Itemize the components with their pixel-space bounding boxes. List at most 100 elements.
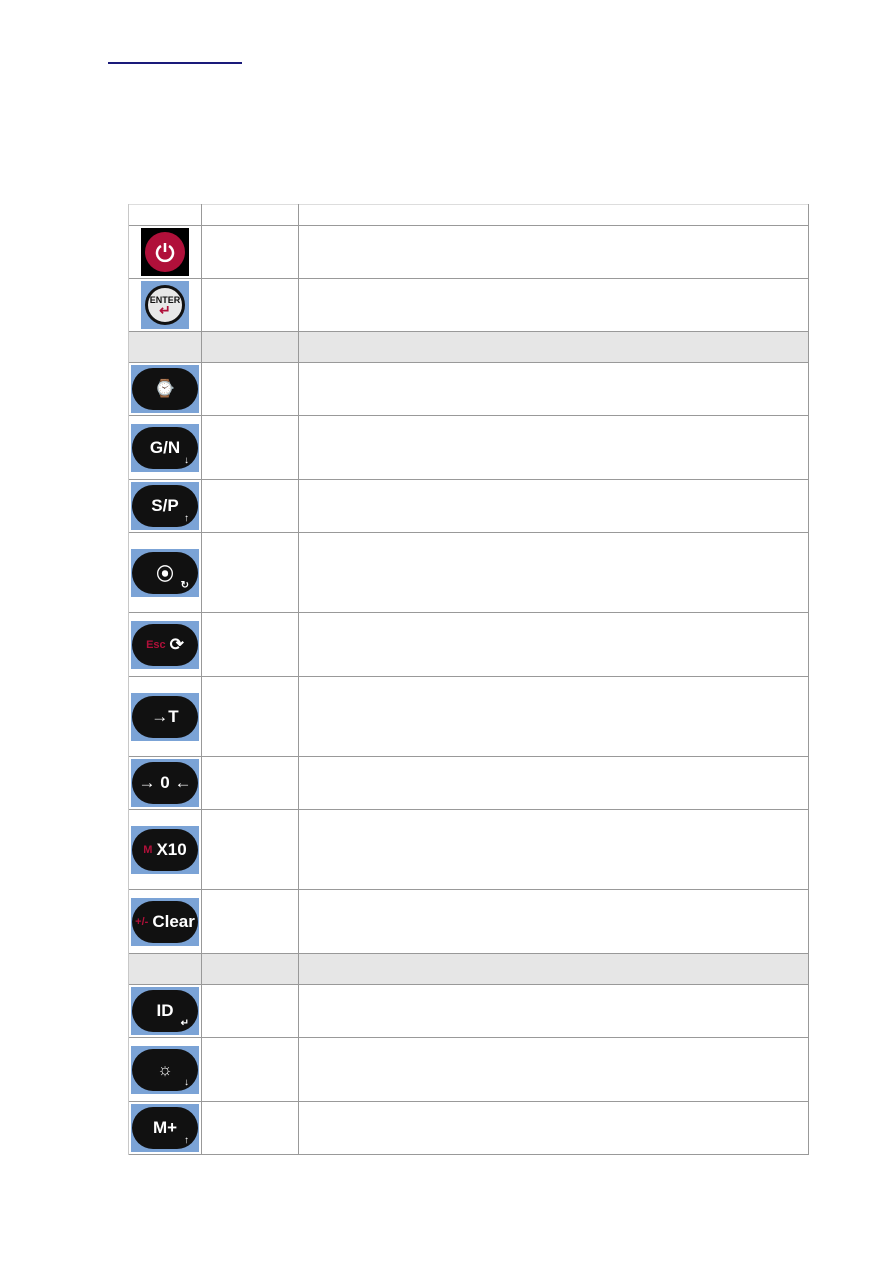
enter-icon: ENTER ↵ <box>141 281 189 329</box>
desc-cell <box>201 479 299 533</box>
key-label: M+ <box>152 1118 178 1137</box>
desc-cell <box>298 1101 809 1155</box>
key-sub-label: ↓ <box>184 1076 189 1088</box>
key-cell: S/P ↑ <box>128 479 202 533</box>
key-cell: M X10 <box>128 809 202 890</box>
key-cell: → 0 ← <box>128 756 202 810</box>
key-cell: G/N ↓ <box>128 415 202 480</box>
id-key-icon: ID ↵ <box>131 987 199 1035</box>
table-row: M+ ↑ <box>128 1101 809 1155</box>
key-function-table: ENTER ↵ ⌚ G/N ↓ S/P ↑ ⦿ ↻ Esc ⟳ →T → 0 ← M X10 +/- Clear… <box>128 204 809 1155</box>
clock-return-icon: ⌚ <box>131 365 199 413</box>
key-secondary-label: M <box>143 843 153 856</box>
key-label: G/N <box>149 437 181 457</box>
key-label: X10 <box>156 839 187 859</box>
key-cell: ☼ ↓ <box>128 1037 202 1102</box>
desc-cell <box>298 479 809 533</box>
key-label: ☼ <box>157 1059 173 1079</box>
table-row: M X10 <box>128 809 809 890</box>
desc-cell <box>298 756 809 810</box>
key-cell <box>128 225 202 279</box>
desc-cell <box>201 676 299 757</box>
desc-cell <box>201 532 299 613</box>
header-cell <box>128 204 202 226</box>
key-label: ID <box>156 1001 174 1020</box>
desc-cell <box>201 612 299 677</box>
desc-cell <box>298 676 809 757</box>
table-row: →T <box>128 676 809 757</box>
key-secondary-label: Esc <box>146 638 166 651</box>
desc-cell <box>298 278 809 332</box>
key-cell: ENTER ↵ <box>128 278 202 332</box>
desc-cell <box>298 415 809 480</box>
section-cell <box>128 331 202 363</box>
key-cell: Esc ⟳ <box>128 612 202 677</box>
header-cell <box>201 204 299 226</box>
key-label: ⟳ <box>169 634 184 654</box>
clear-key-icon: +/- Clear <box>131 897 199 946</box>
section-cell <box>298 331 809 363</box>
key-label: ⦿ <box>156 565 174 584</box>
sp-key-icon: S/P ↑ <box>131 482 199 530</box>
key-label: → 0 ← <box>138 773 192 792</box>
key-sub-label: ↓ <box>184 454 189 466</box>
top-link[interactable] <box>108 62 242 64</box>
gross-net-key-icon: G/N ↓ <box>131 423 199 472</box>
key-cell: M+ ↑ <box>128 1101 202 1155</box>
key-sub-label: ↻ <box>180 579 189 591</box>
print-roll-icon: ⦿ ↻ <box>131 548 199 597</box>
table-row: ☼ ↓ <box>128 1037 809 1102</box>
table-row: S/P ↑ <box>128 479 809 533</box>
section-cell <box>201 331 299 363</box>
table-header-row <box>128 204 809 226</box>
key-sub-label: ↑ <box>184 1135 189 1146</box>
section-row <box>128 331 809 363</box>
desc-cell <box>298 1037 809 1102</box>
desc-cell <box>201 362 299 416</box>
desc-cell <box>298 225 809 279</box>
section-cell <box>128 953 202 985</box>
desc-cell <box>201 984 299 1038</box>
key-secondary-label: +/- <box>135 915 149 928</box>
desc-cell <box>298 984 809 1038</box>
desc-cell <box>201 889 299 954</box>
table-row: G/N ↓ <box>128 415 809 480</box>
x10-key-icon: M X10 <box>131 825 199 874</box>
esc-cycle-icon: Esc ⟳ <box>131 620 199 669</box>
desc-cell <box>298 362 809 416</box>
key-cell: →T <box>128 676 202 757</box>
desc-cell <box>201 225 299 279</box>
section-cell <box>298 953 809 985</box>
table-row: ID ↵ <box>128 984 809 1038</box>
desc-cell <box>201 1101 299 1155</box>
desc-cell <box>298 809 809 890</box>
key-sub-label: ↵ <box>180 1018 189 1029</box>
desc-cell <box>298 612 809 677</box>
desc-cell <box>201 278 299 332</box>
key-cell: +/- Clear <box>128 889 202 954</box>
table-row: +/- Clear <box>128 889 809 954</box>
table-row: ⌚ <box>128 362 809 416</box>
power-icon <box>141 228 189 276</box>
brightness-key-icon: ☼ ↓ <box>131 1045 199 1094</box>
key-cell: ⌚ <box>128 362 202 416</box>
tare-lock-icon: →T <box>131 692 199 741</box>
desc-cell <box>201 415 299 480</box>
desc-cell <box>298 889 809 954</box>
key-label: Clear <box>152 911 195 931</box>
table-row: ENTER ↵ <box>128 278 809 332</box>
key-cell: ID ↵ <box>128 984 202 1038</box>
key-label: →T <box>151 706 179 726</box>
desc-cell <box>201 809 299 890</box>
table-row: Esc ⟳ <box>128 612 809 677</box>
desc-cell <box>201 756 299 810</box>
header-cell <box>298 204 809 226</box>
section-cell <box>201 953 299 985</box>
key-sub-label: ↑ <box>184 513 189 524</box>
desc-cell <box>298 532 809 613</box>
zero-key-icon: → 0 ← <box>131 759 199 807</box>
table-row: ⦿ ↻ <box>128 532 809 613</box>
key-label: ⌚ <box>154 379 176 398</box>
desc-cell <box>201 1037 299 1102</box>
table-row: → 0 ← <box>128 756 809 810</box>
